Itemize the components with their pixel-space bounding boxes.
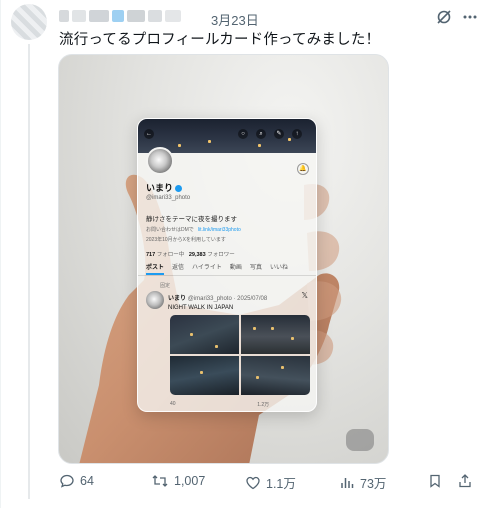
- card-tab: ハイライト: [192, 265, 222, 271]
- thread-line: [28, 44, 30, 499]
- repost-button[interactable]: 1,007: [151, 473, 205, 489]
- bookmark-button[interactable]: [427, 473, 443, 489]
- search-icon-2: ⌕: [256, 129, 266, 139]
- tweet[interactable]: 3月23日 流行ってるプロフィールカード作ってみました！ ← ○ ⌕ ✎ ↑ 🔔…: [0, 0, 493, 508]
- author-avatar[interactable]: [11, 4, 47, 40]
- reply-icon: [60, 474, 74, 488]
- card-avatar: [146, 147, 174, 175]
- night-photo: [170, 315, 239, 354]
- card-tab: 写真: [249, 265, 262, 271]
- night-photo: [241, 356, 310, 395]
- reply-count: 64: [80, 474, 94, 488]
- contact-text: お問い合わせはDMで: [146, 227, 194, 233]
- card-handle: @imari33_photo: [146, 195, 191, 201]
- post-actions: 40 1.2万: [170, 401, 310, 408]
- grok-icon[interactable]: [435, 8, 453, 26]
- search-icon: ○: [238, 129, 248, 139]
- bookmark-icon: [430, 474, 440, 488]
- heart-icon: [246, 476, 260, 489]
- views-icon: [341, 477, 354, 488]
- share-icon: [459, 474, 471, 488]
- views-button[interactable]: 73万: [339, 473, 386, 492]
- tweet-date[interactable]: 3月23日: [211, 10, 259, 29]
- pinned-label: 固定: [160, 283, 171, 289]
- card-bio: 静けさをテーマに夜を撮ります: [146, 216, 237, 223]
- verified-badge-icon: [175, 185, 183, 193]
- card-tabs: ポスト 返信 ハイライト 動画 写真 いいね: [138, 262, 316, 276]
- card-tab: ポスト: [146, 262, 165, 275]
- media-badge-icon[interactable]: [346, 429, 374, 451]
- post-like-count: 1.2万: [257, 402, 270, 408]
- card-tab: いいね: [269, 265, 288, 271]
- post-text: NIGHT WALK IN JAPAN: [168, 305, 234, 311]
- profile-link: lit.link/imari33photo: [197, 227, 241, 233]
- view-count: 73万: [360, 477, 387, 491]
- more-options-icon[interactable]: [461, 8, 479, 26]
- post-header: いまり @imari33_photo · 2025/07/08: [168, 296, 268, 302]
- night-photo: [170, 356, 239, 395]
- share-icon: ↑: [292, 129, 302, 139]
- night-photo: [241, 315, 310, 354]
- edit-icon: ✎: [274, 129, 284, 139]
- post-photo-grid: [170, 315, 310, 395]
- profile-card: ← ○ ⌕ ✎ ↑ 🔔 いまり @imari33_photo 静けさをテーマに夜…: [137, 118, 317, 412]
- like-count: 1.1万: [266, 477, 296, 491]
- notification-bell-icon: 🔔: [297, 163, 309, 175]
- card-follow-counts: 717 フォロー中 29,383 フォロワー: [146, 252, 235, 258]
- card-tab: 返信: [172, 265, 185, 271]
- card-tab: 動画: [229, 265, 242, 271]
- like-button[interactable]: 1.1万: [245, 473, 296, 492]
- card-joined: 2023年10月からXを利用しています: [146, 237, 226, 243]
- post-reply-count: 40: [170, 401, 176, 407]
- repost-count: 1,007: [174, 474, 206, 488]
- card-display-name: いまり: [146, 181, 183, 194]
- x-logo-icon: 𝕏: [301, 291, 308, 300]
- tweet-actions: 64 1,007 1.1万 73万: [59, 473, 479, 493]
- back-arrow-icon: ←: [144, 129, 154, 139]
- reply-button[interactable]: 64: [59, 473, 94, 489]
- share-button[interactable]: [457, 473, 473, 489]
- author-name-redacted[interactable]: [59, 10, 199, 24]
- card-meta-row: お問い合わせはDMで lit.link/imari33photo: [146, 226, 241, 233]
- post-avatar: [146, 291, 164, 309]
- tweet-text: 流行ってるプロフィールカード作ってみました！: [59, 32, 381, 48]
- repost-icon: [152, 475, 168, 487]
